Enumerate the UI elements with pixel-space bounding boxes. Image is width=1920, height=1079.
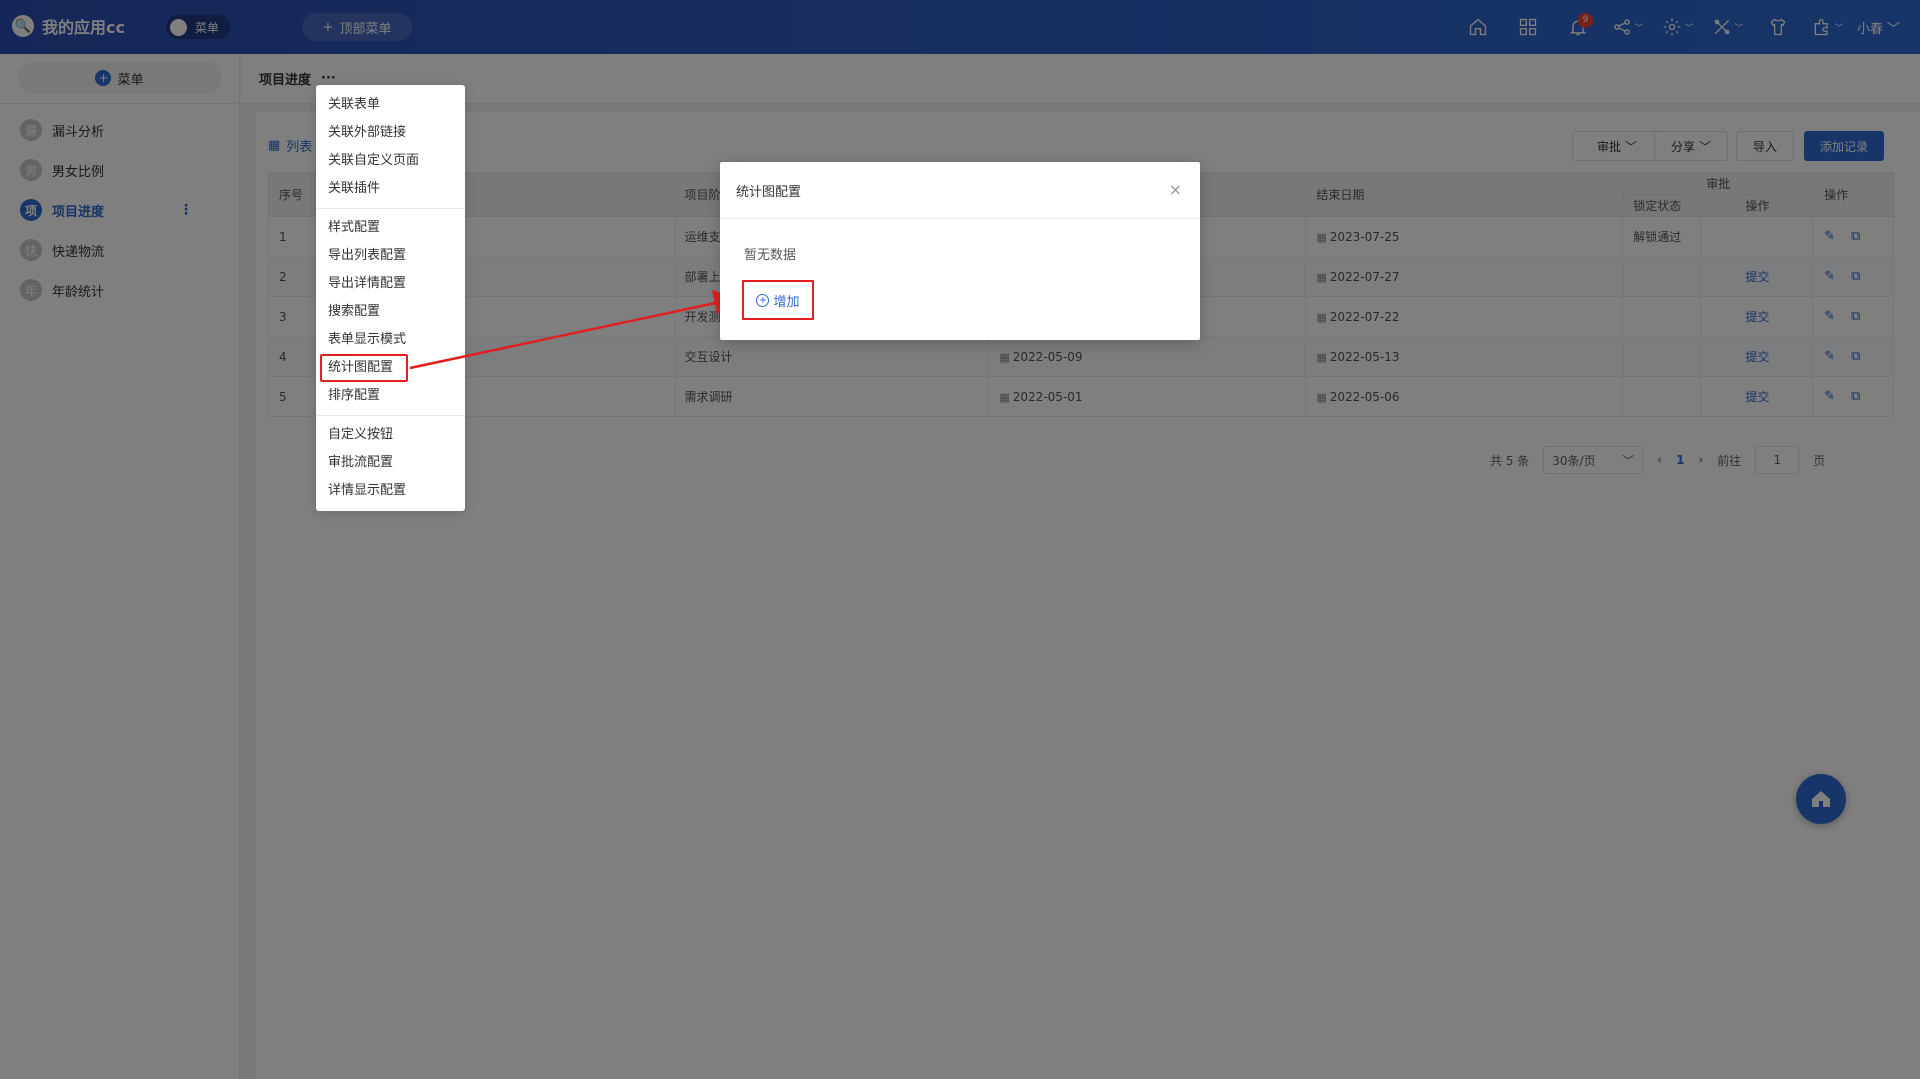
chart-config-dialog: 统计图配置 × 暂无数据 + 增加 — [720, 162, 1200, 340]
empty-state-text: 暂无数据 — [744, 248, 797, 263]
add-button-label: 增加 — [773, 294, 800, 310]
dialog-header: 统计图配置 — [720, 162, 1200, 219]
add-button[interactable]: + 增加 — [742, 280, 814, 320]
plus-circle-icon: + — [756, 293, 770, 307]
close-icon[interactable]: × — [1169, 180, 1182, 199]
dialog-title: 统计图配置 — [736, 184, 802, 200]
